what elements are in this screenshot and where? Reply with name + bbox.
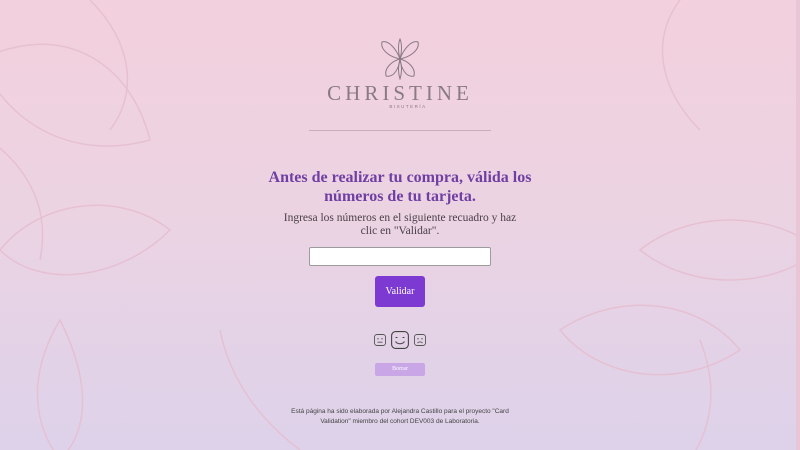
validate-button[interactable]: Validar — [375, 276, 425, 307]
instructions-text: Ingresa los números en el siguiente recu… — [283, 212, 517, 237]
footer-text: Está página ha sido elaborada por Alejan… — [291, 408, 509, 425]
page-title: Antes de realizar tu compra, válida los … — [268, 169, 532, 205]
divider — [309, 130, 491, 131]
sad-face-icon — [414, 334, 426, 346]
smile-face-icon — [391, 331, 409, 349]
card-number-input[interactable] — [309, 247, 491, 266]
clear-button[interactable]: Borrar — [375, 363, 425, 376]
result-faces — [374, 331, 426, 349]
brand-logo: CHRISTINE BISUTERÍA — [0, 38, 800, 110]
brand-subtitle: BISUTERÍA — [389, 104, 427, 109]
neutral-face-icon — [374, 334, 386, 346]
brand-name: CHRISTINE — [327, 81, 473, 105]
butterfly-logo-icon — [381, 38, 419, 80]
